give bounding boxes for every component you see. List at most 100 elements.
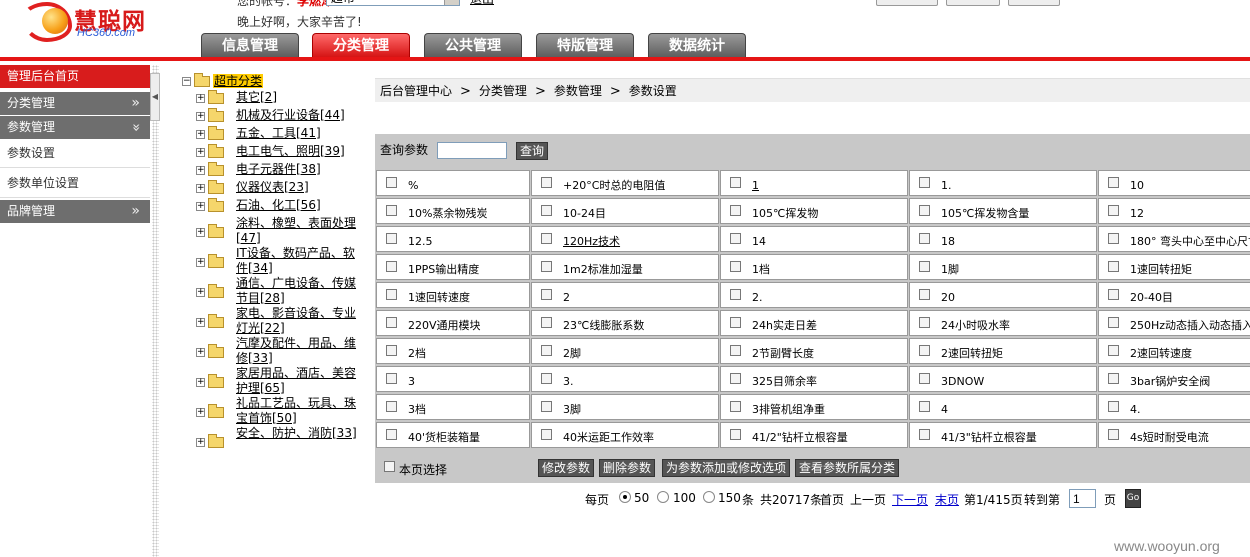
expand-icon[interactable]: + <box>196 166 205 175</box>
param-checkbox[interactable] <box>386 233 397 244</box>
param-checkbox[interactable] <box>919 289 930 300</box>
expand-icon[interactable]: + <box>196 378 205 387</box>
param-cell[interactable]: 41/3"钻杆立根容量 <box>909 422 1097 448</box>
param-cell[interactable]: 1档 <box>720 254 908 280</box>
view-param-categories-button[interactable]: 查看参数所属分类 <box>795 459 900 477</box>
param-cell[interactable]: 3. <box>531 366 719 392</box>
param-cell[interactable]: 12 <box>1098 198 1250 224</box>
param-checkbox[interactable] <box>1108 373 1119 384</box>
param-checkbox[interactable] <box>541 177 552 188</box>
tree-item[interactable]: + 家居用品、酒店、美容护理[65] <box>196 366 356 396</box>
param-cell[interactable]: 23℃线膨胀系数 <box>531 310 719 336</box>
param-checkbox[interactable] <box>541 429 552 440</box>
tree-item-label[interactable]: 仪器仪表[23] <box>236 180 358 195</box>
param-cell[interactable]: 2速回转扭矩 <box>909 338 1097 364</box>
param-cell[interactable]: 10%蒸余物残炭 <box>376 198 530 224</box>
param-cell[interactable]: 1 <box>720 170 908 196</box>
param-cell[interactable]: 3DNOW <box>909 366 1097 392</box>
param-checkbox[interactable] <box>730 429 741 440</box>
per-page-radio-150[interactable] <box>703 491 715 503</box>
param-cell[interactable]: 2档 <box>376 338 530 364</box>
tab-public-mgmt[interactable]: 公共管理 <box>424 33 522 58</box>
sidebar-item-param-mgmt[interactable]: 参数管理 » <box>0 116 150 139</box>
logout-link[interactable]: 退出 <box>470 0 494 7</box>
tree-root[interactable]: − 超市分类 <box>182 72 264 88</box>
param-checkbox[interactable] <box>541 205 552 216</box>
next-page-link[interactable]: 下一页 <box>892 491 928 508</box>
collapse-sidebar-icon[interactable]: ◀ <box>150 73 160 121</box>
param-cell[interactable]: 3 <box>376 366 530 392</box>
param-label[interactable]: 120Hz技术 <box>563 230 620 251</box>
param-cell[interactable]: 105℃挥发物 <box>720 198 908 224</box>
param-cell[interactable]: 3bar锅炉安全阀 <box>1098 366 1250 392</box>
tree-item-label[interactable]: 电子元器件[38] <box>236 162 358 177</box>
tree-item-label[interactable]: 通信、广电设备、传媒节目[28] <box>236 276 358 306</box>
tree-item-label[interactable]: 家电、影音设备、专业灯光[22] <box>236 306 358 336</box>
param-cell[interactable]: 20 <box>909 282 1097 308</box>
param-checkbox[interactable] <box>386 205 397 216</box>
tree-item[interactable]: + 电工电气、照明[39] <box>196 144 356 160</box>
expand-icon[interactable]: + <box>196 130 205 139</box>
goto-page-input[interactable] <box>1069 489 1096 508</box>
param-checkbox[interactable] <box>541 345 552 356</box>
expand-icon[interactable]: + <box>196 348 205 357</box>
param-label[interactable]: 1 <box>752 174 759 195</box>
param-cell[interactable]: 40'货柜装箱量 <box>376 422 530 448</box>
param-cell[interactable]: % <box>376 170 530 196</box>
tab-special-mgmt[interactable]: 特版管理 <box>536 33 634 58</box>
tree-item[interactable]: + 机械及行业设备[44] <box>196 108 356 124</box>
tree-item[interactable]: + 汽摩及配件、用品、维修[33] <box>196 336 356 366</box>
param-checkbox[interactable] <box>386 317 397 328</box>
param-cell[interactable]: 20-40目 <box>1098 282 1250 308</box>
param-checkbox[interactable] <box>386 289 397 300</box>
param-cell[interactable]: 14 <box>720 226 908 252</box>
tree-item-label[interactable]: 家居用品、酒店、美容护理[65] <box>236 366 358 396</box>
param-checkbox[interactable] <box>541 261 552 272</box>
tree-item[interactable]: + 其它[2] <box>196 90 356 106</box>
param-checkbox[interactable] <box>919 177 930 188</box>
param-checkbox[interactable] <box>541 289 552 300</box>
param-checkbox[interactable] <box>1108 205 1119 216</box>
tree-item-label[interactable]: 安全、防护、消防[33] <box>236 426 358 441</box>
param-cell[interactable]: 105℃挥发物含量 <box>909 198 1097 224</box>
param-checkbox[interactable] <box>386 401 397 412</box>
expand-icon[interactable]: + <box>196 288 205 297</box>
top-button-1[interactable] <box>876 0 938 6</box>
param-checkbox[interactable] <box>1108 261 1119 272</box>
expand-icon[interactable]: + <box>196 438 205 447</box>
param-checkbox[interactable] <box>386 345 397 356</box>
param-cell[interactable]: 220V通用模块 <box>376 310 530 336</box>
param-checkbox[interactable] <box>1108 401 1119 412</box>
param-checkbox[interactable] <box>386 261 397 272</box>
param-cell[interactable]: 1脚 <box>909 254 1097 280</box>
edit-param-button[interactable]: 修改参数 <box>538 459 595 477</box>
go-button[interactable]: Go <box>1125 489 1141 508</box>
param-checkbox[interactable] <box>919 401 930 412</box>
param-cell[interactable]: 1m2标准加湿量 <box>531 254 719 280</box>
param-cell[interactable]: 3档 <box>376 394 530 420</box>
param-cell[interactable]: 24h实走日差 <box>720 310 908 336</box>
param-cell[interactable]: 2. <box>720 282 908 308</box>
expand-icon[interactable]: + <box>196 258 205 267</box>
param-cell[interactable]: 4 <box>909 394 1097 420</box>
sidebar-item-param-settings[interactable]: 参数设置 <box>0 139 150 168</box>
param-cell[interactable]: 10-24目 <box>531 198 719 224</box>
expand-icon[interactable]: + <box>196 112 205 121</box>
param-checkbox[interactable] <box>730 205 741 216</box>
param-checkbox[interactable] <box>541 401 552 412</box>
tree-item[interactable]: + IT设备、数码产品、软件[34] <box>196 246 356 276</box>
tree-item[interactable]: + 石油、化工[56] <box>196 198 356 214</box>
param-cell[interactable]: 250Hz动态插入动态插入 <box>1098 310 1250 336</box>
market-select[interactable]: 超市 <box>326 0 460 6</box>
tree-item-label[interactable]: 五金、工具[41] <box>236 126 358 141</box>
tree-item-label[interactable]: 其它[2] <box>236 90 358 105</box>
param-cell[interactable]: 3排管机组净重 <box>720 394 908 420</box>
param-checkbox[interactable] <box>730 373 741 384</box>
last-page-link[interactable]: 末页 <box>935 491 959 508</box>
edit-options-button[interactable]: 为参数添加或修改选项 <box>662 459 791 477</box>
expand-icon[interactable]: + <box>196 408 205 417</box>
tree-item-label[interactable]: 汽摩及配件、用品、维修[33] <box>236 336 358 366</box>
param-checkbox[interactable] <box>386 429 397 440</box>
param-checkbox[interactable] <box>1108 233 1119 244</box>
param-checkbox[interactable] <box>1108 317 1119 328</box>
